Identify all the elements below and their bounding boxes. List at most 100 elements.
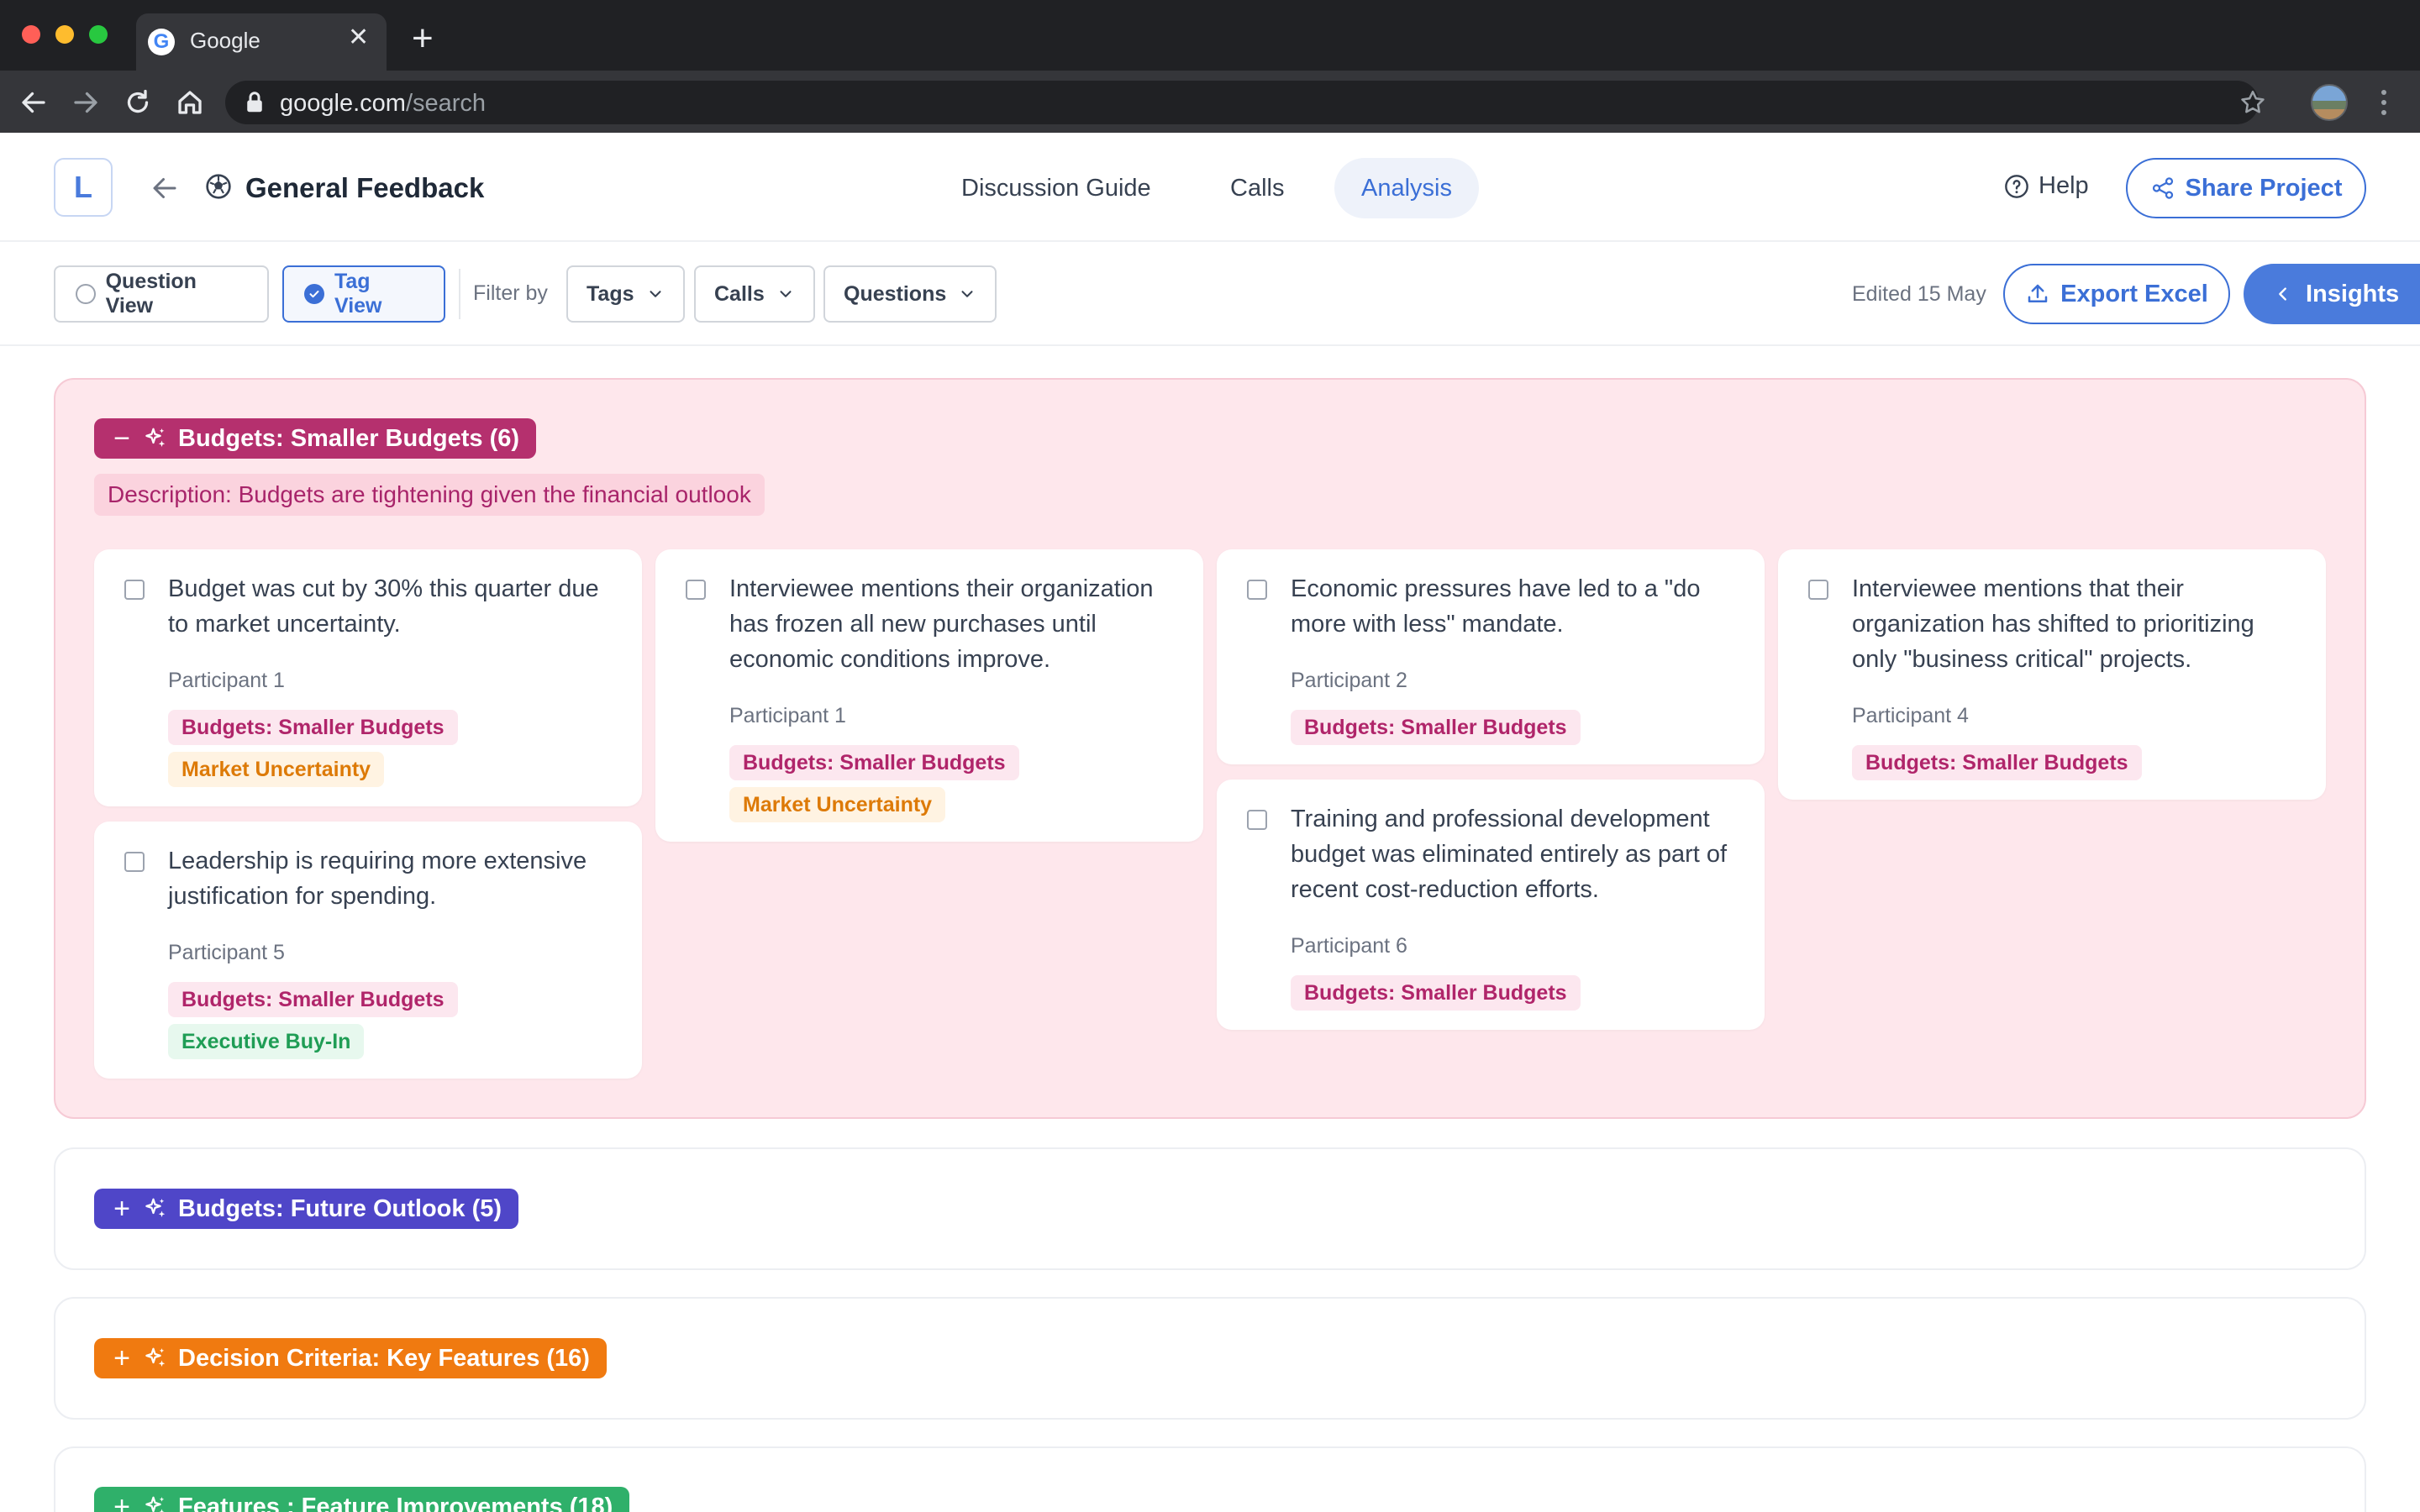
bookmark-star-icon[interactable] [2238, 88, 2267, 117]
insights-label: Insights [2306, 280, 2400, 307]
quote-card[interactable]: Economic pressures have led to a "do mor… [1217, 549, 1765, 764]
tag-chip[interactable]: Executive Buy-In [168, 1024, 365, 1059]
calls-filter-label: Calls [714, 281, 765, 306]
insights-button[interactable]: Insights [2244, 264, 2420, 324]
browser-tab-title: Google [190, 28, 260, 53]
questions-filter-dropdown[interactable]: Questions [823, 265, 997, 323]
upload-icon [2028, 284, 2048, 302]
chevron-down-icon [780, 291, 792, 297]
sparkle-icon [145, 1347, 166, 1367]
tag-group-header[interactable]: + Budgets: Future Outlook (5) [94, 1189, 519, 1229]
card-checkbox[interactable] [124, 852, 145, 872]
expand-icon[interactable]: + [111, 1493, 133, 1512]
reload-icon[interactable] [123, 87, 153, 118]
radio-checked-icon [304, 284, 324, 304]
help-button[interactable]: Help [2003, 172, 2089, 200]
card-checkbox[interactable] [1247, 810, 1267, 830]
tag-group-title: Features : Feature Improvements (18) [178, 1493, 613, 1512]
tag-chip[interactable]: Market Uncertainty [729, 787, 946, 822]
export-label: Export Excel [2060, 280, 2208, 307]
maximize-window-button[interactable] [89, 25, 108, 44]
tag-chip[interactable]: Budgets: Smaller Budgets [168, 710, 458, 745]
tag-group-title: Budgets: Future Outlook (5) [178, 1194, 502, 1222]
share-label: Share Project [2185, 174, 2343, 202]
minimize-window-button[interactable] [55, 25, 74, 44]
tab-analysis[interactable]: Analysis [1334, 158, 1479, 218]
expand-icon[interactable]: + [111, 1344, 133, 1373]
quote-card[interactable]: Budget was cut by 30% this quarter due t… [94, 549, 642, 806]
new-tab-icon[interactable]: + [412, 20, 434, 57]
participant-label: Participant 5 [168, 941, 285, 964]
quote-text: Training and professional development bu… [1291, 806, 1728, 903]
forward-icon[interactable] [71, 87, 101, 118]
participant-label: Participant 6 [1291, 934, 1407, 958]
tag-view-toggle[interactable]: Tag View [282, 265, 445, 323]
tag-chip[interactable]: Budgets: Smaller Budgets [729, 745, 1019, 780]
tag-chip[interactable]: Budgets: Smaller Budgets [1852, 745, 2142, 780]
google-favicon-icon: G [148, 29, 175, 55]
lock-icon [247, 92, 262, 113]
close-tab-icon[interactable]: ✕ [348, 25, 369, 50]
address-bar[interactable] [225, 81, 2259, 124]
export-excel-button[interactable]: Export Excel [2003, 264, 2230, 324]
tag-chip[interactable]: Market Uncertainty [168, 752, 385, 787]
card-checkbox[interactable] [124, 580, 145, 600]
quote-text: Economic pressures have led to a "do mor… [1291, 575, 1701, 638]
share-project-button[interactable]: Share Project [2126, 158, 2366, 218]
help-label: Help [2039, 172, 2089, 199]
tag-chip[interactable]: Budgets: Smaller Budgets [1291, 975, 1581, 1011]
project-title: General Feedback [245, 172, 485, 203]
tag-group-title: Decision Criteria: Key Features (16) [178, 1344, 590, 1372]
calls-filter-dropdown[interactable]: Calls [694, 265, 815, 323]
tag-group-header[interactable]: + Features : Feature Improvements (18) [94, 1487, 630, 1512]
tags-filter-dropdown[interactable]: Tags [566, 265, 685, 323]
tab-calls[interactable]: Calls [1203, 158, 1311, 218]
tag-view-label: Tag View [334, 270, 382, 318]
tags-filter-label: Tags [587, 281, 634, 306]
tag-chip[interactable]: Budgets: Smaller Budgets [168, 982, 458, 1017]
quote-text: Leadership is requiring more extensive j… [168, 848, 587, 910]
chevron-left-icon [2279, 287, 2286, 301]
card-checkbox[interactable] [1247, 580, 1267, 600]
quote-card[interactable]: Interviewee mentions their organization … [655, 549, 1203, 842]
question-view-toggle[interactable]: Question View [54, 265, 269, 323]
tag-chip[interactable]: Budgets: Smaller Budgets [1291, 710, 1581, 745]
expand-icon[interactable]: + [111, 1194, 133, 1223]
card-checkbox[interactable] [1808, 580, 1828, 600]
tab-discussion-guide[interactable]: Discussion Guide [934, 158, 1178, 218]
tag-group-title: Budgets: Smaller Budgets (6) [178, 424, 520, 452]
edited-timestamp: Edited 15 May [1852, 282, 1986, 306]
share-icon [2152, 177, 2173, 199]
close-window-button[interactable] [22, 25, 40, 44]
tag-group-header[interactable]: − Budgets: Smaller Budgets (6) [94, 418, 537, 459]
quote-card[interactable]: Interviewee mentions that their organiza… [1778, 549, 2326, 800]
browser-menu-icon[interactable] [2380, 87, 2388, 118]
back-icon[interactable] [18, 87, 49, 118]
quote-text: Budget was cut by 30% this quarter due t… [168, 575, 599, 638]
url-path: /search [405, 90, 487, 117]
participant-label: Participant 1 [168, 669, 285, 692]
app-logo[interactable]: L [54, 158, 113, 217]
address-url[interactable]: google.com/search [280, 90, 486, 118]
participant-label: Participant 1 [729, 704, 846, 727]
question-view-label: Question View [105, 270, 197, 318]
help-icon [2005, 174, 2028, 198]
sparkle-icon [145, 428, 166, 447]
sparkle-icon [145, 1496, 165, 1512]
home-icon[interactable] [175, 87, 205, 118]
sparkle-icon [145, 1198, 166, 1217]
quote-text: Interviewee mentions that their organiza… [1852, 575, 2254, 673]
chevron-down-icon [961, 291, 973, 297]
tag-group-header[interactable]: + Decision Criteria: Key Features (16) [94, 1338, 607, 1378]
quote-card[interactable]: Leadership is requiring more extensive j… [94, 822, 642, 1079]
card-checkbox[interactable] [686, 580, 706, 600]
toolbar-divider [459, 269, 460, 319]
profile-avatar[interactable] [2311, 84, 2348, 121]
quote-text: Interviewee mentions their organization … [729, 575, 1154, 673]
collapse-icon[interactable]: − [111, 424, 133, 453]
filter-by-label: Filter by [473, 281, 548, 305]
radio-unchecked-icon [76, 284, 96, 304]
back-arrow-icon[interactable] [148, 173, 182, 203]
tag-group-description: Description: Budgets are tightening give… [94, 474, 765, 516]
quote-card[interactable]: Training and professional development bu… [1217, 780, 1765, 1030]
